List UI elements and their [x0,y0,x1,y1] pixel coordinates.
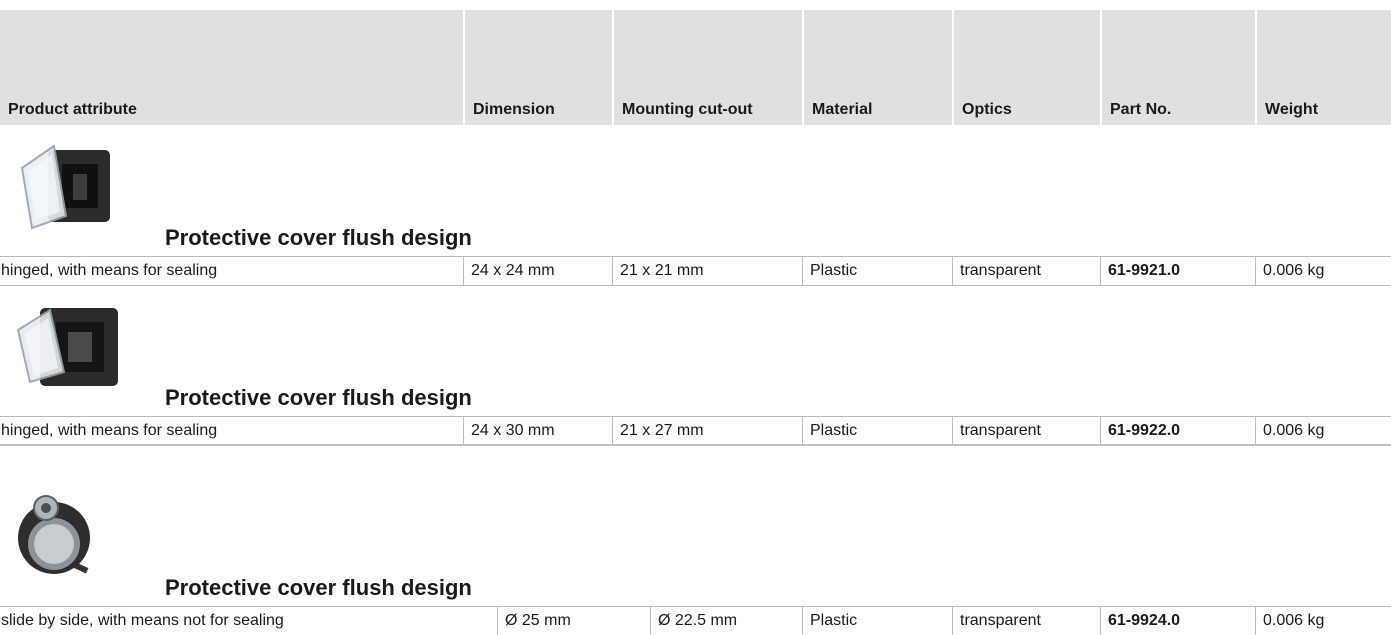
table-header: Product attribute Dimension Mounting cut… [0,10,1391,125]
cell-mounting-cut-out: 21 x 27 mm [612,417,802,444]
product-band: Protective cover flush design [0,286,1391,416]
product-title: Protective cover flush design [165,575,472,600]
header-part-no: Part No. [1100,10,1255,125]
cell-optics: transparent [952,417,1100,444]
header-dimension: Dimension [463,10,612,125]
cell-material: Plastic [802,257,952,285]
table-row: hinged, with means for sealing 24 x 24 m… [0,256,1391,286]
cell-weight: 0.006 kg [1255,417,1391,444]
header-product-attribute: Product attribute [8,101,137,118]
product-title: Protective cover flush design [165,385,472,410]
cell-material: Plastic [802,417,952,444]
cell-optics: transparent [952,257,1100,285]
product-title: Protective cover flush design [165,225,472,250]
header-optics: Optics [952,10,1100,125]
protective-cover-hinged-square-icon [20,144,110,230]
cell-part-no: 61-9921.0 [1100,257,1255,285]
cell-dimension: 24 x 30 mm [463,417,612,444]
cell-product-attribute: slide by side, with means not for sealin… [1,612,284,629]
cell-dimension: 24 x 24 mm [463,257,612,285]
cell-optics: transparent [952,607,1100,635]
protective-cover-hinged-rectangular-icon [16,308,118,386]
table-row: hinged, with means for sealing 24 x 30 m… [0,416,1391,446]
cell-part-no: 61-9924.0 [1100,607,1255,635]
cell-weight: 0.006 kg [1255,607,1391,635]
cell-mounting-cut-out: 21 x 21 mm [612,257,802,285]
product-band: Protective cover flush design [0,476,1391,606]
protective-cover-slide-round-icon [18,495,90,574]
cell-dimension: Ø 25 mm [497,607,650,635]
header-weight: Weight [1255,10,1391,125]
cell-material: Plastic [802,607,952,635]
table-row: slide by side, with means not for sealin… [0,606,1391,635]
header-material: Material [802,10,952,125]
product-band: Protective cover flush design [0,126,1391,256]
cell-part-no: 61-9922.0 [1100,417,1255,444]
cell-product-attribute: hinged, with means for sealing [1,422,218,439]
product-table: Product attribute Dimension Mounting cut… [0,0,1391,635]
cell-mounting-cut-out: Ø 22.5 mm [650,607,802,635]
cell-product-attribute: hinged, with means for sealing [1,262,218,279]
cell-weight: 0.006 kg [1255,257,1391,285]
header-mounting-cut-out: Mounting cut-out [612,10,802,125]
